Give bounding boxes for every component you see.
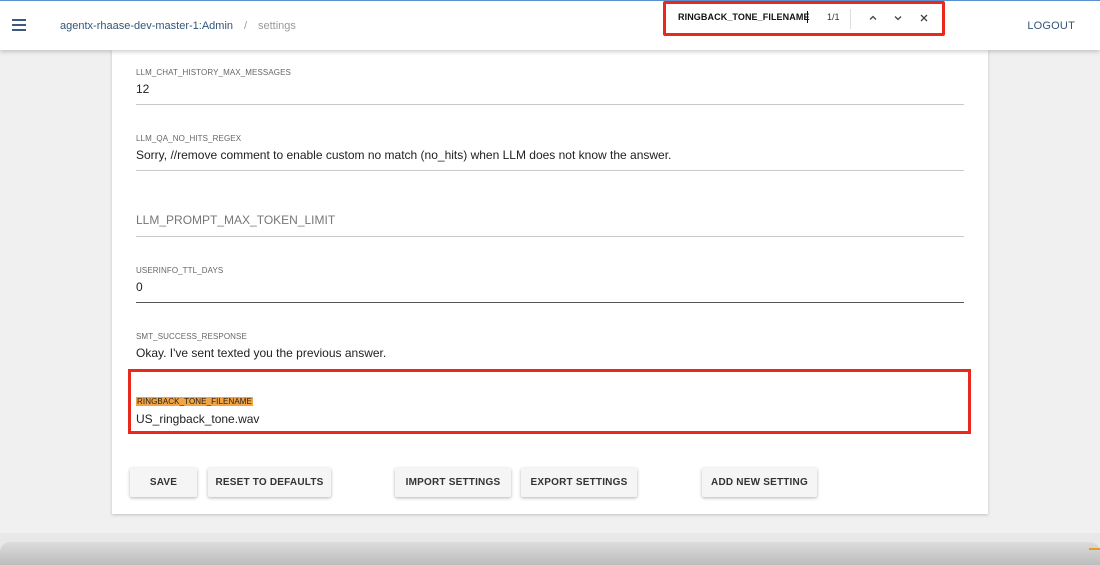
dock-indicator [1089, 548, 1100, 550]
setting-label: LLM_PROMPT_MAX_TOKEN_LIMIT [136, 213, 336, 227]
setting-field[interactable]: USERINFO_TTL_DAYS 0 [136, 262, 964, 303]
find-next-button[interactable] [888, 8, 908, 28]
find-match-count: 1/1 [827, 12, 840, 22]
add-new-setting-button[interactable]: ADD NEW SETTING [702, 468, 817, 497]
reset-to-defaults-button[interactable]: RESET TO DEFAULTS [208, 468, 331, 497]
setting-label: SMT_SUCCESS_RESPONSE [136, 332, 247, 341]
breadcrumb-page: settings [258, 20, 296, 32]
divider [850, 9, 851, 29]
save-button[interactable]: SAVE [130, 468, 197, 497]
setting-value[interactable]: Sorry, //remove comment to enable custom… [136, 148, 671, 162]
setting-field[interactable]: LLM_CHAT_HISTORY_MAX_MESSAGES 12 [136, 64, 964, 105]
setting-field[interactable]: LLM_PROMPT_MAX_TOKEN_LIMIT [136, 196, 964, 237]
setting-label: LLM_QA_NO_HITS_REGEX [136, 134, 242, 143]
settings-card: LLM_CHAT_HISTORY_MAX_MESSAGES 12 LLM_QA_… [112, 50, 988, 514]
setting-label-match: RINGBACK_TONE_FILENAME [136, 397, 253, 406]
find-previous-button[interactable] [863, 8, 883, 28]
setting-field[interactable]: SMT_SUCCESS_RESPONSE Okay. I've sent tex… [136, 328, 964, 360]
window-edge [0, 542, 1100, 565]
find-bar: RINGBACK_TONE_FILENAME 1/1 [663, 1, 945, 36]
menu-icon[interactable] [12, 19, 26, 31]
import-settings-button[interactable]: IMPORT SETTINGS [395, 468, 511, 497]
setting-field[interactable]: LLM_QA_NO_HITS_REGEX Sorry, //remove com… [136, 130, 964, 171]
breadcrumb-separator: / [244, 20, 248, 32]
text-caret [807, 11, 808, 23]
export-settings-button[interactable]: EXPORT SETTINGS [521, 468, 637, 497]
setting-label: LLM_CHAT_HISTORY_MAX_MESSAGES [136, 68, 291, 77]
chevron-up-icon [869, 15, 877, 20]
find-close-button[interactable] [914, 8, 934, 28]
breadcrumb-app[interactable]: agentx-rhaase-dev-master-1:Admin [60, 20, 233, 32]
close-icon [920, 14, 928, 22]
find-input[interactable]: RINGBACK_TONE_FILENAME [678, 12, 810, 22]
setting-value[interactable]: Okay. I've sent texted you the previous … [136, 346, 386, 360]
logout-button[interactable]: LOGOUT [1027, 20, 1075, 32]
setting-value[interactable]: 0 [136, 280, 143, 294]
setting-value[interactable]: US_ringback_tone.wav [136, 412, 259, 426]
setting-value[interactable]: 12 [136, 82, 149, 96]
chevron-down-icon [894, 16, 902, 21]
setting-label: USERINFO_TTL_DAYS [136, 266, 224, 275]
